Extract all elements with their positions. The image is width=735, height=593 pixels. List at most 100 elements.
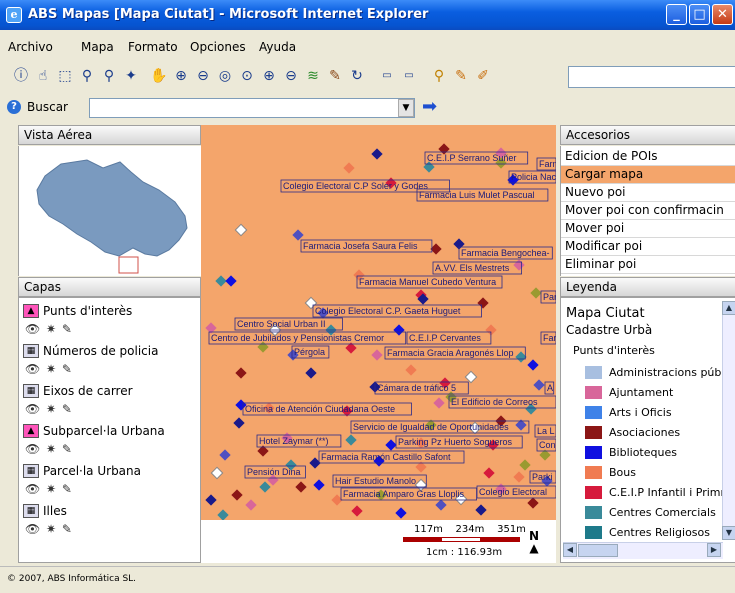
menu-ayuda[interactable]: Ayuda	[259, 40, 296, 54]
maximize-button[interactable]: □	[689, 4, 710, 25]
zoom-in-icon[interactable]: ⊕	[170, 65, 192, 87]
poi-marker[interactable]	[313, 479, 325, 491]
layer-visibility-tools-icon[interactable]: 👁 ✷ ✎	[25, 482, 73, 496]
poi-marker[interactable]	[351, 505, 363, 517]
layer-visibility-tools-icon[interactable]: 👁 ✷ ✎	[25, 322, 73, 336]
scroll-right-icon[interactable]: ▶	[707, 543, 721, 557]
zoom-window-icon[interactable]: ⊙	[236, 65, 258, 87]
map-poi-label[interactable]: Farmacia Gracia Aragonés Llop	[384, 346, 526, 360]
layer-item-subparcela-urbana[interactable]: ▲ Subparcel·la Urbana 👁 ✷ ✎	[21, 423, 199, 463]
poi-marker[interactable]	[343, 162, 355, 174]
map-poi-label[interactable]: Servicio de Igualdad de Oportunidades	[350, 420, 530, 434]
map-poi-label[interactable]: Farmacia Amparo Gras Lloplis	[340, 487, 478, 501]
layer-visibility-tools-icon[interactable]: 👁 ✷ ✎	[25, 362, 73, 376]
poi-marker[interactable]	[235, 367, 247, 379]
poi-marker[interactable]	[217, 509, 229, 520]
hand-pointer-icon[interactable]: ☝	[32, 65, 54, 87]
poi-marker[interactable]	[225, 275, 237, 287]
map-poi-label[interactable]: Farma	[540, 331, 556, 345]
map-poi-label[interactable]: El Edificio de Correos	[448, 395, 556, 409]
edit-pen-icon[interactable]: ✎	[324, 65, 346, 87]
poi-marker[interactable]	[210, 466, 224, 480]
map-poi-label[interactable]: Colegio Electoral	[476, 485, 556, 499]
map-poi-label[interactable]: Par	[540, 290, 556, 304]
pin-icon[interactable]: ⚲	[428, 65, 450, 87]
poi-marker[interactable]	[513, 259, 525, 271]
poi-marker[interactable]	[395, 507, 407, 519]
acc-item-eliminar-poi[interactable]: Eliminar poi	[561, 256, 735, 274]
poi-marker[interactable]	[527, 359, 539, 371]
poi-marker[interactable]	[527, 497, 539, 509]
map-poi-label[interactable]: Farmacia Bengochea-	[458, 246, 553, 260]
search-dropdown-arrow-icon[interactable]: ▼	[398, 99, 414, 117]
poi-marker[interactable]	[371, 349, 383, 361]
map-poi-label[interactable]: Oficina de Atención Ciudadana Oeste	[242, 402, 412, 416]
poi-marker[interactable]	[533, 379, 545, 391]
map-poi-label[interactable]: Parki	[529, 470, 556, 484]
close-button[interactable]: ✕	[712, 4, 733, 25]
minimize-button[interactable]: _	[666, 4, 687, 25]
map-poi-label[interactable]: Farmacia Josefa Saura Felis	[300, 239, 433, 253]
layer-visibility-tools-icon[interactable]: 👁 ✷ ✎	[25, 402, 73, 416]
poi-marker[interactable]	[464, 370, 478, 384]
layer-visibility-tools-icon[interactable]: 👁 ✷ ✎	[25, 442, 73, 456]
map-poi-label[interactable]: A	[544, 381, 555, 395]
poi-marker[interactable]	[477, 297, 489, 309]
map-poi-label[interactable]: Pérgola	[291, 345, 330, 359]
acc-item-cargar-mapa[interactable]: Cargar mapa	[561, 166, 735, 184]
pan-hand-icon[interactable]: ✋	[148, 65, 170, 87]
poi-marker[interactable]	[292, 229, 304, 241]
acc-item-nuevo-poi[interactable]: Nuevo poi	[561, 184, 735, 202]
aerial-overview-map[interactable]	[18, 146, 201, 276]
zoom-query-alt-icon[interactable]: ⚲	[98, 65, 120, 87]
poi-marker[interactable]	[385, 439, 397, 451]
zoom-query-icon[interactable]: ⚲	[76, 65, 98, 87]
search-go-arrow-icon[interactable]: ➡	[422, 98, 437, 116]
map-poi-label[interactable]: Pensión Dina	[244, 465, 306, 479]
menu-opciones[interactable]: Opciones	[190, 40, 246, 54]
poi-marker[interactable]	[371, 148, 383, 160]
toolbar-input-field[interactable]	[568, 66, 735, 88]
legend-vertical-scrollbar[interactable]	[722, 301, 735, 538]
refresh-icon[interactable]: ↻	[346, 65, 368, 87]
layer-item-punts-interes[interactable]: ▲ Punts d'interès 👁 ✷ ✎	[21, 303, 199, 343]
map-poi-label[interactable]: Farmacia Ramón Castillo Safont	[318, 450, 465, 464]
poi-marker[interactable]	[215, 275, 227, 287]
info-icon[interactable]: ⓘ	[10, 65, 32, 87]
poi-marker[interactable]	[233, 417, 245, 429]
poi-marker[interactable]	[435, 499, 447, 511]
search-input[interactable]	[89, 98, 415, 118]
layer-item-numeros-policia[interactable]: ▦ Números de policia 👁 ✷ ✎	[21, 343, 199, 383]
scroll-thumb[interactable]	[578, 544, 618, 557]
scroll-up-icon[interactable]: ▲	[722, 301, 735, 315]
poi-marker[interactable]	[405, 364, 417, 376]
layer-item-eixos-carrer[interactable]: ▦ Eixos de carrer 👁 ✷ ✎	[21, 383, 199, 423]
layer-item-illes[interactable]: ▦ Illes 👁 ✷ ✎	[21, 503, 199, 543]
acc-item-mover-poi-confirmacion[interactable]: Mover poi con confirmacin	[561, 202, 735, 220]
scale-2-icon[interactable]: ▭	[398, 65, 420, 87]
select-rectangle-icon[interactable]: ⬚	[54, 65, 76, 87]
map-poi-label[interactable]: C.E.I.P Serrano Suñer	[424, 151, 529, 165]
poi-marker[interactable]	[257, 341, 269, 353]
layer-item-parcela-urbana[interactable]: ▦ Parcel·la Urbana 👁 ✷ ✎	[21, 463, 199, 503]
poi-marker[interactable]	[530, 287, 542, 299]
map-poi-label[interactable]: Policia Nacio	[508, 170, 556, 184]
map-poi-label[interactable]: Farma	[536, 157, 556, 171]
zoom-minus-icon[interactable]: ⊖	[280, 65, 302, 87]
menu-mapa[interactable]: Mapa	[81, 40, 114, 54]
map-poi-label[interactable]: Hair Estudio Manolo	[332, 474, 427, 488]
menu-formato[interactable]: Formato	[128, 40, 178, 54]
acc-item-modificar-poi[interactable]: Modificar poi	[561, 238, 735, 256]
poi-marker[interactable]	[259, 481, 271, 493]
poi-marker[interactable]	[433, 397, 445, 409]
zoom-out-icon[interactable]: ⊖	[192, 65, 214, 87]
highlight-select-icon[interactable]: ✦	[120, 65, 142, 87]
main-map-canvas[interactable]: C.E.I.P Serrano Suñer Farma Policia Nacio C…	[201, 125, 556, 520]
poi-marker[interactable]	[205, 494, 217, 506]
scroll-left-icon[interactable]: ◀	[563, 543, 577, 557]
acc-item-edicion-pois[interactable]: Edicion de POIs	[561, 148, 735, 166]
scale-1-icon[interactable]: ▭	[376, 65, 398, 87]
acc-item-mover-poi[interactable]: Mover poi	[561, 220, 735, 238]
poi-marker[interactable]	[219, 449, 231, 461]
map-poi-label[interactable]: Centro de Jubilados y Pensionistas Cremo…	[208, 331, 407, 345]
